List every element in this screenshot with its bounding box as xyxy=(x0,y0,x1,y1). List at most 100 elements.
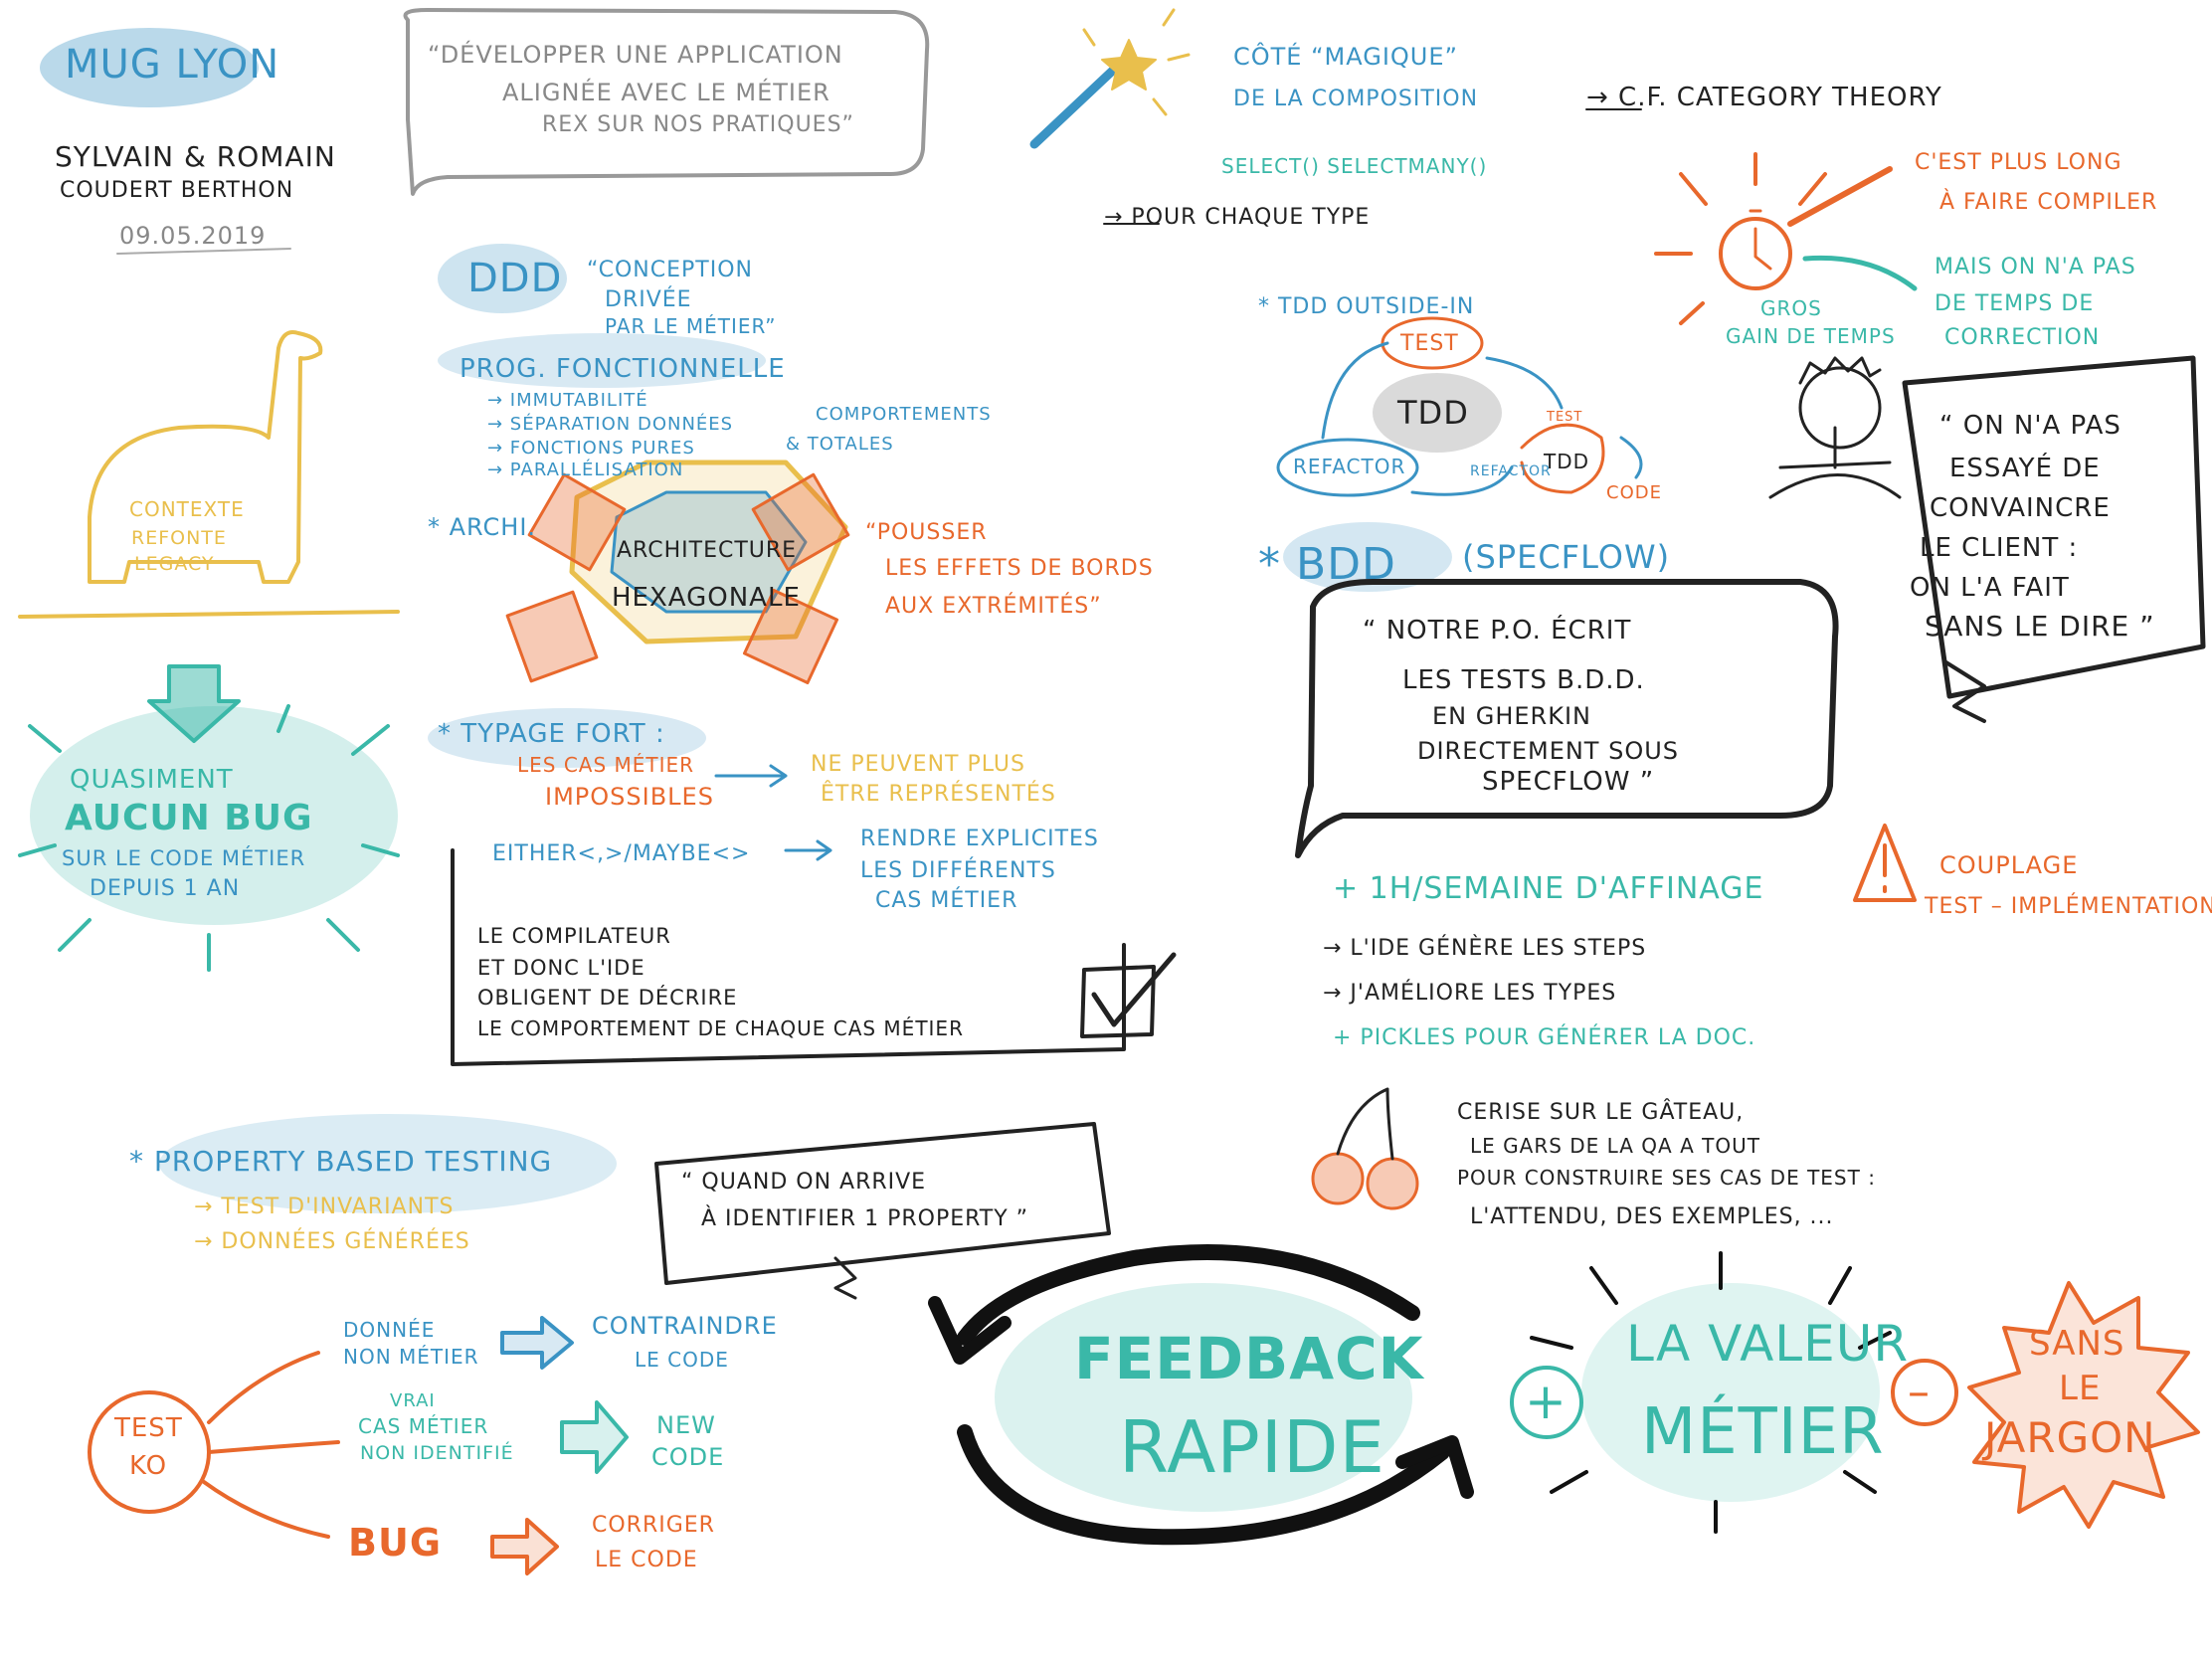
wand-star xyxy=(1101,39,1157,91)
bug-line3: SUR LE CODE MÉTIER xyxy=(62,846,306,870)
typage-line2: IMPOSSIBLES xyxy=(545,783,714,811)
prog-item3b: & TOTALES xyxy=(786,434,894,455)
talk-title-line3: REX SUR NOS PRATIQUES” xyxy=(542,112,854,137)
typage-result1: NE PEUVENT PLUS xyxy=(811,752,1025,777)
compiler-line1: LE COMPILATEUR xyxy=(477,924,671,948)
bdd-types: → J'AMÉLIORE LES TYPES xyxy=(1323,981,1617,1006)
magic-line2: DE LA COMPOSITION xyxy=(1233,87,1479,111)
event-title: MUG LYON xyxy=(65,42,280,88)
either-maybe: EITHER<,>/MAYBE<> xyxy=(492,841,751,866)
compiler-line2: ET DONC L'IDE xyxy=(477,956,645,980)
result3-line2: LE CODE xyxy=(595,1548,698,1572)
either-arrow xyxy=(784,839,832,861)
ground-line xyxy=(18,610,400,619)
typage-line1: LES CAS MÉTIER xyxy=(517,753,695,777)
explicit1: RENDRE EXPLICITES xyxy=(860,827,1099,851)
event-date: 09.05.2019 xyxy=(119,222,267,250)
bdd-pickles: + PICKLES POUR GÉNÉRER LA DOC. xyxy=(1333,1025,1756,1050)
hex-line2: HEXAGONALE xyxy=(612,583,801,613)
cherry-stems xyxy=(1336,1087,1394,1161)
magic-functions: SELECT() SELECTMANY() xyxy=(1221,154,1488,178)
pbt-quote2: À IDENTIFIER 1 PROPERTY ” xyxy=(701,1206,1029,1231)
prog-fonc-title: PROG. FONCTIONNELLE xyxy=(460,354,786,384)
category-theory: → C.F. CATEGORY THEORY xyxy=(1586,83,1942,112)
dino-context: CONTEXTE xyxy=(129,497,245,521)
coupling-line2: TEST – IMPLÉMENTATION xyxy=(1925,894,2212,919)
hex-line1: ARCHITECTURE xyxy=(617,538,798,563)
pbt-item2: → DONNÉES GÉNÉRÉES xyxy=(194,1229,470,1254)
checkbox xyxy=(1080,965,1156,1038)
archi-note2: LES EFFETS DE BORDS xyxy=(885,556,1154,581)
checkmark-icon xyxy=(1091,952,1177,1027)
typage-result2: ÊTRE REPRÉSENTÉS xyxy=(821,782,1056,807)
bdd-title: * BDD xyxy=(1258,539,1396,590)
cherry-right-icon xyxy=(1366,1157,1419,1210)
client-quote-line6: SANS LE DIRE ” xyxy=(1925,610,2155,643)
feedback-line1: FEEDBACK xyxy=(1074,1325,1424,1392)
client-quote-line1: “ ON N'A PAS xyxy=(1939,411,2121,441)
bdd-quote4: DIRECTEMENT SOUS xyxy=(1417,737,1680,765)
correction-arrow xyxy=(1802,255,1918,291)
ddd-desc1: “CONCEPTION xyxy=(587,258,753,282)
person-finger xyxy=(1768,426,1902,499)
bug-line2: AUCUN BUG xyxy=(65,798,313,838)
cherry-line2: LE GARS DE LA QA A TOUT xyxy=(1470,1134,1760,1158)
bdd-quote3: EN GHERKIN xyxy=(1432,702,1591,730)
bdd-quote5: SPECFLOW ” xyxy=(1482,767,1655,797)
typage-arrow xyxy=(714,764,788,788)
pbt-quote1: “ QUAND ON ARRIVE xyxy=(681,1170,927,1195)
result2-line2: CODE xyxy=(651,1443,725,1471)
cherry-left-icon xyxy=(1311,1152,1365,1205)
compile-longer2: À FAIRE COMPILER xyxy=(1939,190,2158,215)
compiler-line3: OBLIGENT DE DÉCRIRE xyxy=(477,986,738,1010)
result3-line1: CORRIGER xyxy=(592,1513,715,1538)
no-time3: CORRECTION xyxy=(1944,325,2101,350)
plus-sign: + xyxy=(1525,1373,1567,1430)
tdd-code-label: CODE xyxy=(1606,482,1662,503)
prog-item2b: COMPORTEMENTS xyxy=(816,404,992,425)
tdd-refactor-label: REFACTOR xyxy=(1293,455,1406,478)
cherry-line4: L'ATTENDU, DES EXEMPLES, ... xyxy=(1470,1204,1834,1229)
dino-refonte: REFONTE xyxy=(131,527,227,549)
jargon-line3: JARGON xyxy=(1984,1413,2156,1462)
result2-line1: NEW xyxy=(656,1411,716,1439)
speakers: SYLVAIN & ROMAIN xyxy=(55,140,336,173)
ddd-title: DDD xyxy=(467,256,563,301)
bug-line1: QUASIMENT xyxy=(70,765,234,795)
jargon-line2: LE xyxy=(2059,1369,2102,1408)
pbt-item1: → TEST D'INVARIANTS xyxy=(194,1195,455,1219)
sketchnote-canvas: MUG LYON SYLVAIN & ROMAIN COUDERT BERTHO… xyxy=(0,0,2212,1659)
bug-line4: DEPUIS 1 AN xyxy=(90,876,241,901)
client-quote-line2: ESSAYÉ DE xyxy=(1949,454,2101,483)
no-time2: DE TEMPS DE xyxy=(1935,291,2095,316)
prog-item2: → SÉPARATION DONNÉES xyxy=(487,414,734,435)
speakers-last-names: COUDERT BERTHON xyxy=(60,178,294,203)
jargon-line1: SANS xyxy=(2029,1324,2125,1364)
bdd-quote2: LES TESTS B.D.D. xyxy=(1402,665,1645,695)
branch2-line2: CAS MÉTIER xyxy=(358,1414,489,1438)
tdd-test-label: TEST xyxy=(1400,331,1459,356)
client-quote-box xyxy=(1902,355,2206,699)
gain-line2: GAIN DE TEMPS xyxy=(1726,324,1896,348)
talk-title-line2: ALIGNÉE AVEC LE MÉTIER xyxy=(502,79,830,106)
magic-per-type: → POUR CHAQUE TYPE xyxy=(1104,205,1371,230)
tdd-center-label: TDD xyxy=(1397,394,1469,432)
tdd-small-test: TEST xyxy=(1547,410,1583,425)
ddd-desc3: PAR LE MÉTIER” xyxy=(605,314,777,338)
client-quote-line3: CONVAINCRE xyxy=(1930,493,2111,523)
client-quote-line4: LE CLIENT : xyxy=(1920,533,2079,563)
explicit3: CAS MÉTIER xyxy=(875,888,1018,913)
explicit2: LES DIFFÉRENTS xyxy=(860,858,1056,883)
test-ko-label2: KO xyxy=(129,1451,168,1481)
feedback-line2: RAPIDE xyxy=(1119,1405,1385,1489)
pbt-title: * PROPERTY BASED TESTING xyxy=(129,1145,553,1178)
prog-item1: → IMMUTABILITÉ xyxy=(487,390,648,411)
coupling-line1: COUPLAGE xyxy=(1939,851,2079,879)
bdd-quote1: “ NOTRE P.O. ÉCRIT xyxy=(1363,616,1632,645)
branch1-line1: DONNÉE xyxy=(343,1318,436,1342)
branch1-line2: NON MÉTIER xyxy=(343,1345,479,1369)
test-ko-arrows xyxy=(202,1351,340,1539)
prog-item4: → PARALLÉLISATION xyxy=(487,460,684,480)
archi-note3: AUX EXTRÉMITÉS” xyxy=(885,594,1102,619)
compile-longer1: C'EST PLUS LONG xyxy=(1915,150,2122,175)
